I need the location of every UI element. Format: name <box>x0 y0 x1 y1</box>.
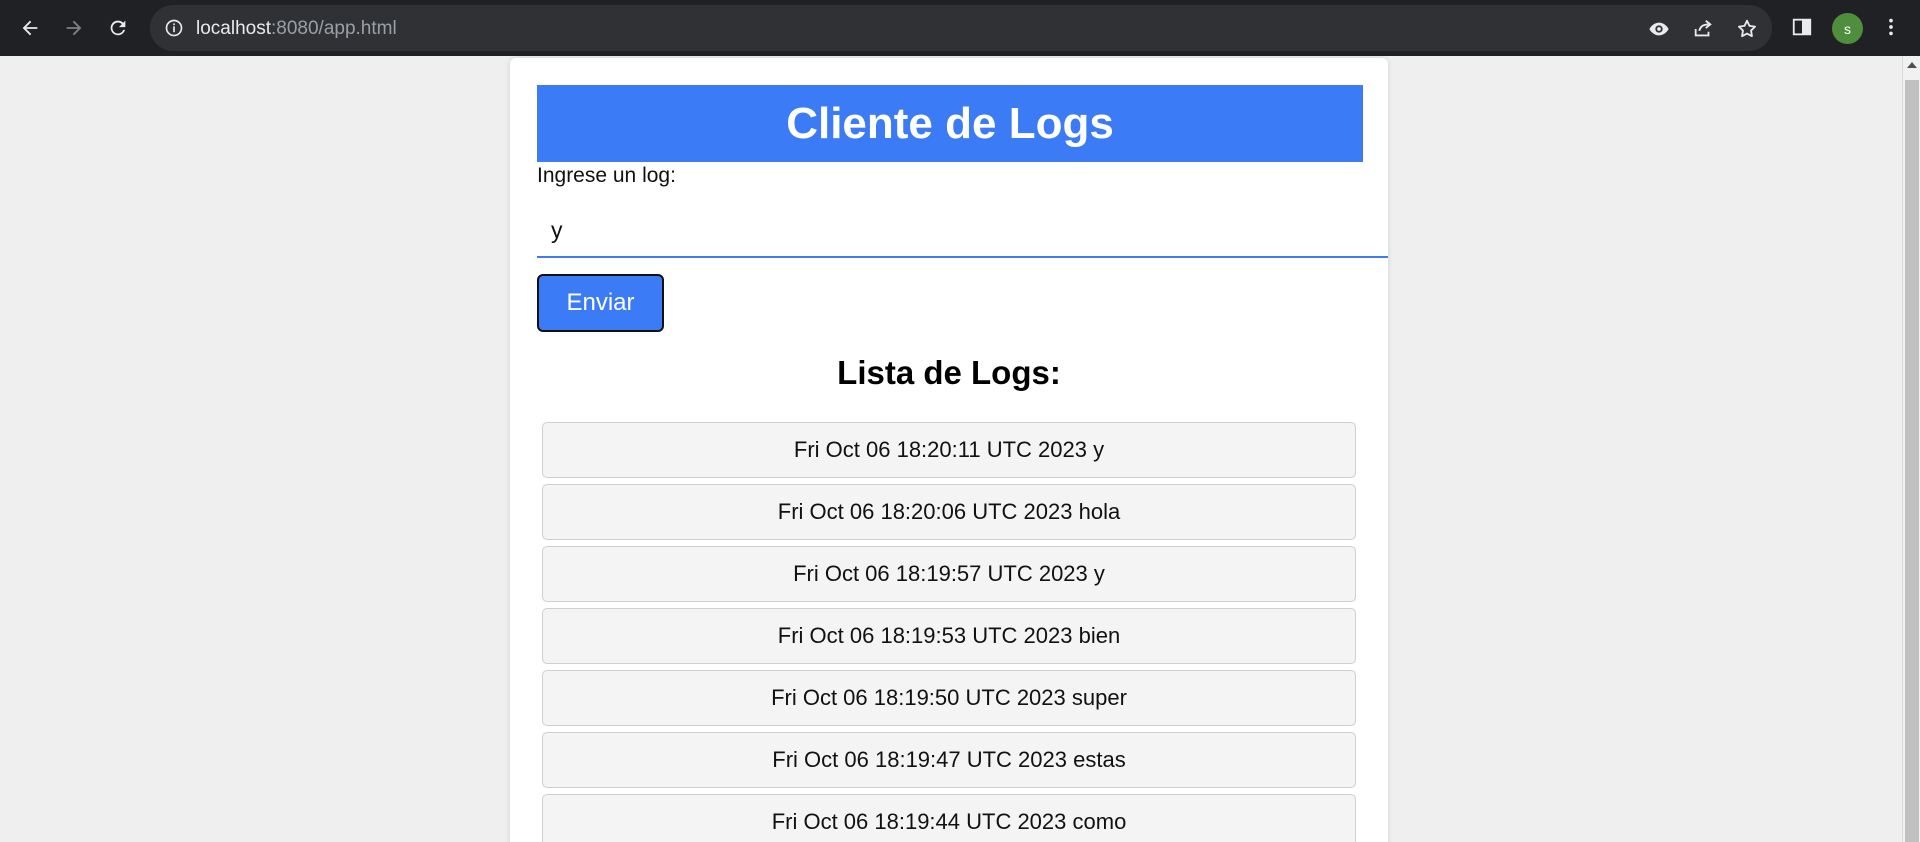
reload-button[interactable] <box>100 10 136 46</box>
log-list-title: Lista de Logs: <box>837 354 1061 391</box>
log-item: Fri Oct 06 18:19:47 UTC 2023 estas <box>542 732 1356 788</box>
arrow-left-icon <box>22 20 38 36</box>
share-icon[interactable] <box>1692 18 1714 40</box>
page-title: Cliente de Logs <box>786 98 1114 148</box>
side-panel-icon <box>1792 18 1812 36</box>
menu-button[interactable] <box>1876 12 1906 42</box>
url-path: :8080/app.html <box>271 18 397 39</box>
kebab-menu-icon <box>1889 18 1893 36</box>
log-item: Fri Oct 06 18:19:53 UTC 2023 bien <box>542 608 1356 664</box>
profile-avatar[interactable]: s <box>1832 13 1863 44</box>
page-viewport: Cliente de Logs Ingrese un log: Enviar L… <box>0 56 1902 842</box>
back-button[interactable] <box>12 10 48 46</box>
eye-icon[interactable] <box>1648 18 1670 40</box>
scrollbar-thumb[interactable] <box>1905 80 1919 842</box>
url-text[interactable]: localhost:8080/app.html <box>196 18 397 40</box>
reload-icon <box>110 20 126 36</box>
log-item: Fri Oct 06 18:20:06 UTC 2023 hola <box>542 484 1356 540</box>
forward-button[interactable] <box>56 10 92 46</box>
log-item: Fri Oct 06 18:19:50 UTC 2023 super <box>542 670 1356 726</box>
info-icon[interactable] <box>164 18 184 38</box>
log-input[interactable] <box>537 204 1388 258</box>
log-list: Fri Oct 06 18:20:11 UTC 2023 y Fri Oct 0… <box>542 422 1356 842</box>
log-input-label: Ingrese un log: <box>537 164 676 187</box>
address-bar[interactable]: localhost:8080/app.html <box>150 5 1772 51</box>
send-button[interactable]: Enviar <box>537 274 664 332</box>
arrow-right-icon <box>66 20 82 36</box>
side-panel-button[interactable] <box>1787 12 1817 42</box>
url-host: localhost <box>196 18 271 39</box>
log-item: Fri Oct 06 18:19:57 UTC 2023 y <box>542 546 1356 602</box>
scroll-up-arrow-icon[interactable] <box>1907 62 1917 68</box>
header-banner: Cliente de Logs <box>537 85 1363 162</box>
bookmark-star-icon[interactable] <box>1736 18 1758 40</box>
app-container: Cliente de Logs Ingrese un log: Enviar L… <box>510 58 1388 842</box>
log-item: Fri Oct 06 18:19:44 UTC 2023 como <box>542 794 1356 842</box>
log-item: Fri Oct 06 18:20:11 UTC 2023 y <box>542 422 1356 478</box>
vertical-scrollbar[interactable] <box>1902 56 1920 842</box>
browser-toolbar: localhost:8080/app.html s <box>0 0 1920 56</box>
